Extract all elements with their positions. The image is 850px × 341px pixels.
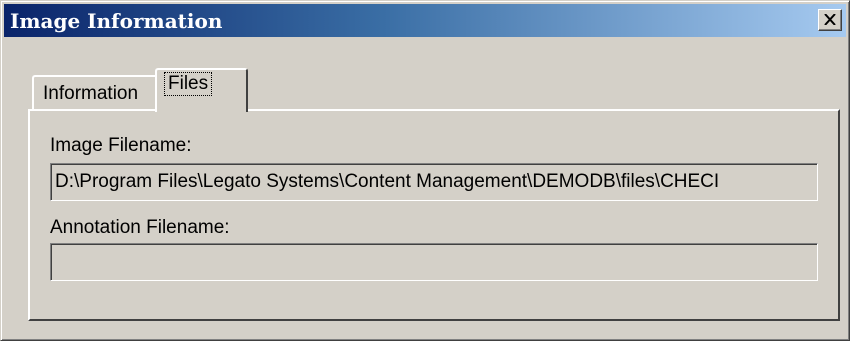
close-button[interactable]	[818, 9, 842, 31]
files-panel: Image Filename: D:\Program Files\Legato …	[28, 109, 840, 321]
tab-files-label: Files	[163, 72, 213, 96]
title-bar[interactable]: Image Information	[4, 4, 846, 37]
tab-information-label: Information	[43, 83, 139, 104]
tab-files[interactable]: Files	[155, 68, 248, 112]
annotation-filename-label: Annotation Filename:	[50, 217, 230, 238]
annotation-filename-field[interactable]	[50, 243, 818, 281]
tab-information[interactable]: Information	[32, 75, 158, 110]
image-filename-field[interactable]: D:\Program Files\Legato Systems\Content …	[50, 163, 818, 201]
image-filename-label: Image Filename:	[50, 135, 192, 156]
close-icon	[824, 14, 836, 25]
dialog-title: Image Information	[10, 9, 223, 33]
image-information-dialog: Image Information Information Files Imag…	[0, 0, 850, 341]
